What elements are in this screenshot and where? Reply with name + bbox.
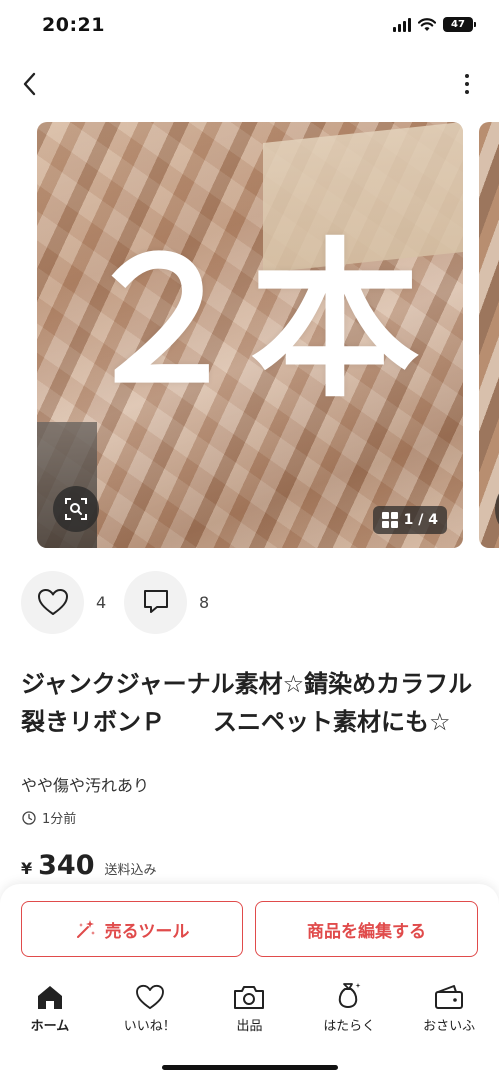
tab-label: ホーム <box>30 1019 70 1034</box>
heart-icon <box>37 589 68 615</box>
more-options-button[interactable] <box>457 70 477 98</box>
sell-tool-label: 売るツール <box>104 921 190 942</box>
posted-time-text: 1分前 <box>42 812 77 827</box>
item-condition: やや傷や汚れあり <box>21 776 150 795</box>
magic-wand-icon <box>76 920 95 938</box>
home-indicator <box>162 1065 338 1070</box>
tab-home[interactable]: ホーム <box>0 980 100 1040</box>
tab-sell[interactable]: 出品 <box>200 980 300 1040</box>
price-row: ¥ 340 送料込み <box>21 850 157 881</box>
tab-work[interactable]: はたらく <box>299 980 399 1040</box>
status-icons: 47 <box>393 17 476 32</box>
nav-bar <box>0 64 499 104</box>
action-row: 4 8 <box>21 570 227 634</box>
shipping-label: 送料込み <box>104 863 157 878</box>
tab-label: 出品 <box>236 1019 263 1034</box>
tab-label: おさいふ <box>423 1019 476 1034</box>
more-vertical-icon <box>465 74 469 78</box>
image-counter-text: 1 / 4 <box>403 512 438 528</box>
like-count: 4 <box>96 592 107 612</box>
tab-label: いいね！ <box>123 1019 176 1034</box>
edit-item-label: 商品を編集する <box>307 921 426 942</box>
grid-icon <box>381 512 398 528</box>
item-title: ジャンクジャーナル素材☆錆染めカラフル裂きリボンＰ スニペット素材にも☆ <box>21 670 473 736</box>
image-overlay-text: ２本 <box>75 223 424 421</box>
edit-item-button[interactable]: 商品を編集する <box>255 901 478 957</box>
status-bar: 20:21 47 <box>0 0 499 54</box>
tab-label: はたらく <box>323 1019 376 1034</box>
zoom-button[interactable] <box>53 486 99 532</box>
money-bag-icon <box>339 983 361 1008</box>
scan-search-icon <box>65 498 87 520</box>
signal-icon <box>393 17 411 32</box>
battery-icon: 47 <box>443 17 476 32</box>
wallet-icon <box>435 985 464 1009</box>
comment-icon <box>143 590 168 613</box>
clock-icon <box>22 810 36 825</box>
camera-icon <box>234 986 265 1009</box>
price: 340 <box>38 850 95 881</box>
image-counter: 1 / 4 <box>372 506 447 534</box>
heart-icon <box>135 984 164 1010</box>
tab-bar: ホーム いいね！ 出品 はたらく おさいふ <box>0 980 499 1040</box>
comment-count: 8 <box>199 592 210 612</box>
like-button[interactable] <box>21 570 84 634</box>
next-image-preview[interactable] <box>479 122 499 548</box>
chevron-left-icon <box>23 72 36 96</box>
status-time: 20:21 <box>42 14 105 36</box>
currency-symbol: ¥ <box>21 859 33 878</box>
back-button[interactable] <box>14 68 44 100</box>
bottom-bar: 売るツール 商品を編集する ホーム いいね！ 出品 はたらく おさいふ <box>0 884 499 1080</box>
sell-tool-button[interactable]: 売るツール <box>21 901 243 957</box>
tab-likes[interactable]: いいね！ <box>100 980 200 1040</box>
comment-button[interactable] <box>124 570 187 634</box>
wifi-icon <box>418 17 436 31</box>
posted-time: 1分前 <box>22 808 76 827</box>
tab-wallet[interactable]: おさいふ <box>399 980 499 1040</box>
product-image[interactable]: ２本 1 / 4 <box>37 122 463 548</box>
home-icon <box>37 986 62 1009</box>
